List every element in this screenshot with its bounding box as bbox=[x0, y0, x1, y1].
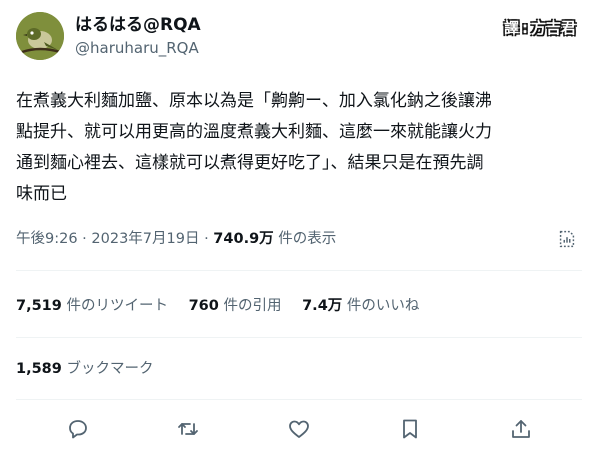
retweet-icon bbox=[178, 423, 198, 435]
tweet-text-line: 在煮義大利麵加鹽、原本以為是「齁齁ー、加入氯化鈉之後讓沸 bbox=[16, 91, 492, 111]
retweets-stat[interactable]: 7,519 件のリツイート bbox=[16, 298, 168, 314]
bookmark-icon bbox=[403, 419, 417, 439]
translator-separator: : bbox=[521, 19, 528, 37]
views-label: 件の表示 bbox=[278, 231, 337, 247]
bookmarks-count: 1,589 bbox=[16, 361, 62, 377]
quotes-count: 760 bbox=[188, 298, 219, 314]
user-handle[interactable]: @haruharu_RQA bbox=[75, 38, 199, 58]
tweet-text: 在煮義大利麵加鹽、原本以為是「齁齁ー、加入氯化鈉之後讓沸 點提升、就可以用更高的… bbox=[16, 86, 584, 210]
divider bbox=[16, 270, 582, 271]
bookmarks-label: ブックマーク bbox=[66, 361, 154, 377]
reply-button[interactable] bbox=[66, 417, 90, 441]
meta-dot: · bbox=[82, 231, 87, 247]
bookmarks-stat[interactable]: 1,589 ブックマーク bbox=[16, 359, 153, 379]
tweet-text-line: 點提升、就可以用更高的溫度煮義大利麵、這麼一來就能讓火力 bbox=[16, 122, 492, 142]
reply-icon bbox=[69, 420, 87, 439]
divider bbox=[16, 337, 582, 338]
tweet-text-line: 味而已 bbox=[16, 184, 67, 204]
tweet-date[interactable]: 2023年7月19日 bbox=[91, 231, 199, 247]
retweet-button[interactable] bbox=[176, 417, 200, 441]
translator-prefix: 譯 bbox=[503, 19, 519, 37]
tweet-text-line: 通到麵心裡去、這樣就可以煮得更好吃了」、結果只是在預先調 bbox=[16, 153, 484, 173]
bird-avatar-icon bbox=[16, 12, 64, 60]
analytics-icon[interactable] bbox=[556, 228, 578, 250]
translator-name: 方吉君 bbox=[530, 19, 576, 37]
likes-stat[interactable]: 7.4万 件のいいね bbox=[302, 298, 419, 314]
bookmark-button[interactable] bbox=[398, 417, 422, 441]
views-count: 740.9万 bbox=[213, 231, 274, 247]
likes-count: 7.4万 bbox=[302, 298, 343, 314]
likes-label: 件のいいね bbox=[346, 298, 420, 314]
retweets-count: 7,519 bbox=[16, 298, 62, 314]
translator-credit: 譯: 方吉君 bbox=[504, 18, 576, 38]
like-icon bbox=[289, 420, 309, 438]
retweets-label: 件のリツイート bbox=[66, 298, 168, 314]
divider bbox=[16, 399, 582, 400]
engagement-stats: 7,519 件のリツイート 760 件の引用 7.4万 件のいいね bbox=[16, 296, 419, 316]
share-icon bbox=[512, 420, 530, 438]
share-button[interactable] bbox=[509, 417, 533, 441]
quotes-stat[interactable]: 760 件の引用 bbox=[189, 298, 282, 314]
quotes-label: 件の引用 bbox=[223, 298, 282, 314]
avatar[interactable] bbox=[16, 12, 64, 60]
tweet-time[interactable]: 午後9:26 bbox=[16, 231, 78, 247]
tweet-meta: 午後9:26 · 2023年7月19日 · 740.9万 件の表示 bbox=[16, 229, 336, 249]
display-name[interactable]: はるはる@RQA bbox=[75, 14, 201, 36]
meta-dot: · bbox=[204, 231, 209, 247]
like-button[interactable] bbox=[287, 417, 311, 441]
